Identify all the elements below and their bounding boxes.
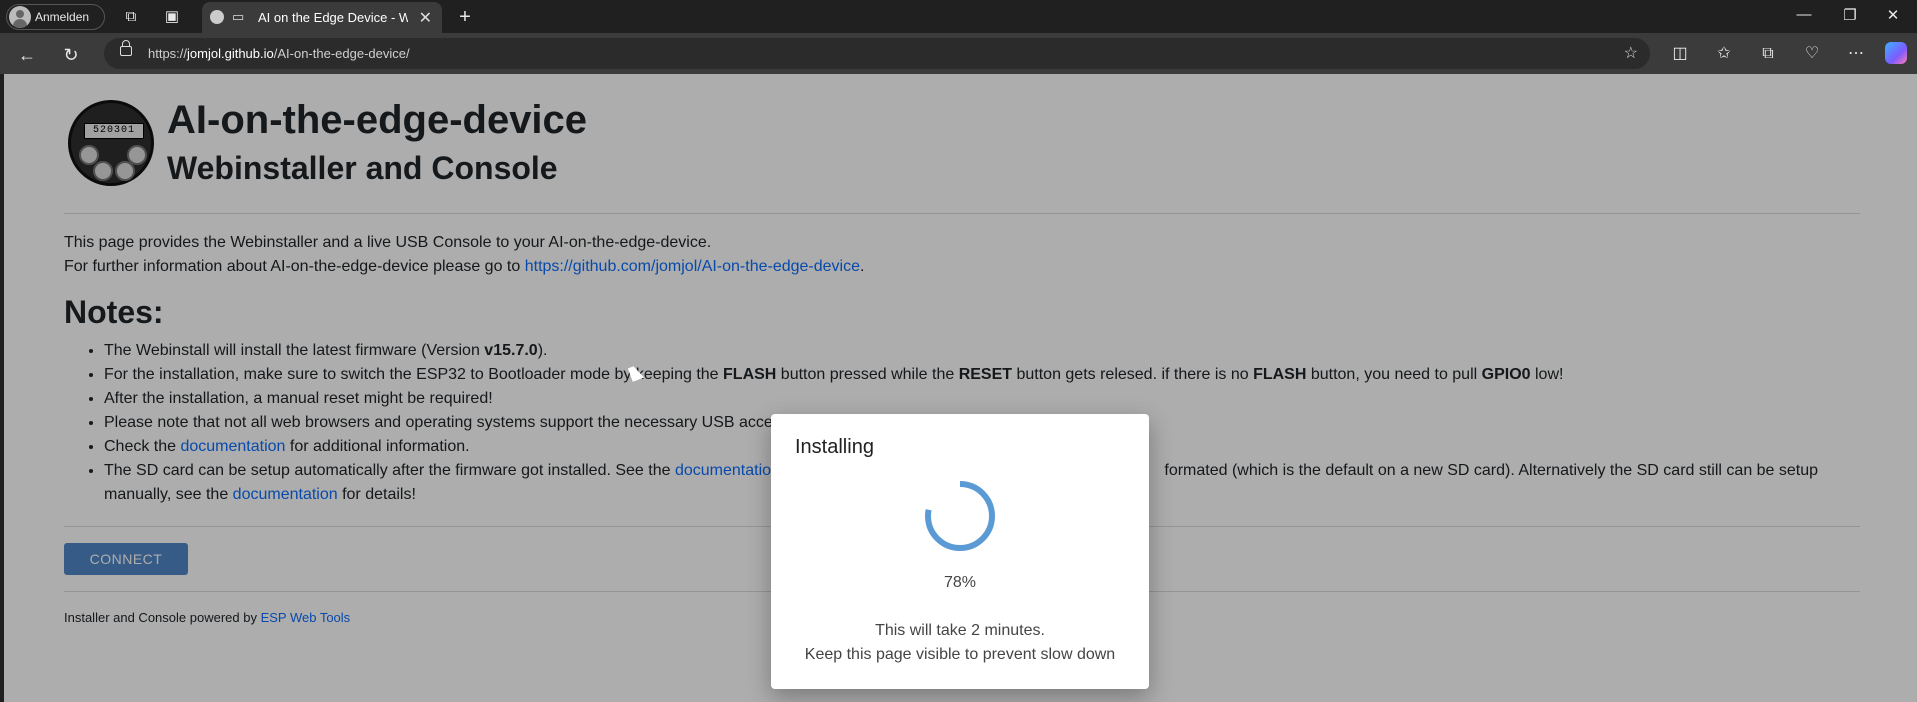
split-screen-icon[interactable]: ◫ (1668, 42, 1692, 66)
lock-icon[interactable] (120, 40, 132, 56)
profile-button[interactable]: Anmelden (6, 4, 105, 30)
minimize-icon[interactable]: — (1784, 6, 1824, 23)
favicon-icon (210, 10, 224, 24)
more-menu-icon[interactable]: ⋯ (1844, 42, 1868, 66)
url-text: https://jomjol.github.io/AI-on-the-edge-… (148, 46, 410, 61)
installing-dialog: Installing 78% This will take 2 minutes.… (771, 414, 1149, 689)
new-tab-button[interactable]: + (452, 4, 478, 30)
browser-essentials-icon[interactable]: ♡ (1800, 42, 1824, 66)
restore-icon[interactable]: ❐ (1830, 6, 1870, 24)
tab-title: AI on the Edge Device - Web (258, 10, 408, 25)
dialog-message-2: Keep this page visible to prevent slow d… (804, 646, 1116, 663)
refresh-icon[interactable]: ↻ (58, 42, 84, 68)
tab-bar: Anmelden ⧉ ▣ ▭ AI on the Edge Device - W… (0, 0, 1917, 33)
collections-icon[interactable]: ⧉ (1756, 42, 1780, 66)
tab-actions-icon[interactable]: ▣ (161, 6, 183, 28)
avatar-icon (9, 6, 31, 28)
progress-percent: 78% (943, 574, 977, 591)
favorite-star-icon[interactable]: ☆ (1624, 43, 1638, 63)
audio-icon: ▭ (232, 9, 245, 24)
back-icon[interactable]: ← (14, 42, 40, 68)
browser-tab[interactable]: ▭ AI on the Edge Device - Web ✕ (202, 2, 442, 33)
window-close-icon[interactable]: ✕ (1873, 6, 1913, 24)
progress-spinner (925, 481, 995, 551)
address-bar[interactable]: https://jomjol.github.io/AI-on-the-edge-… (104, 38, 1650, 69)
close-tab-icon[interactable]: ✕ (419, 8, 432, 28)
profile-label: Anmelden (35, 10, 90, 24)
dialog-message-1: This will take 2 minutes. (875, 622, 1045, 639)
browser-toolbar: ← ↻ https://jomjol.github.io/AI-on-the-e… (0, 33, 1917, 74)
workspaces-icon[interactable]: ⧉ (120, 6, 142, 28)
copilot-icon[interactable] (1885, 42, 1907, 64)
dialog-title: Installing (795, 436, 874, 458)
favorites-icon[interactable]: ✩ (1712, 42, 1736, 66)
